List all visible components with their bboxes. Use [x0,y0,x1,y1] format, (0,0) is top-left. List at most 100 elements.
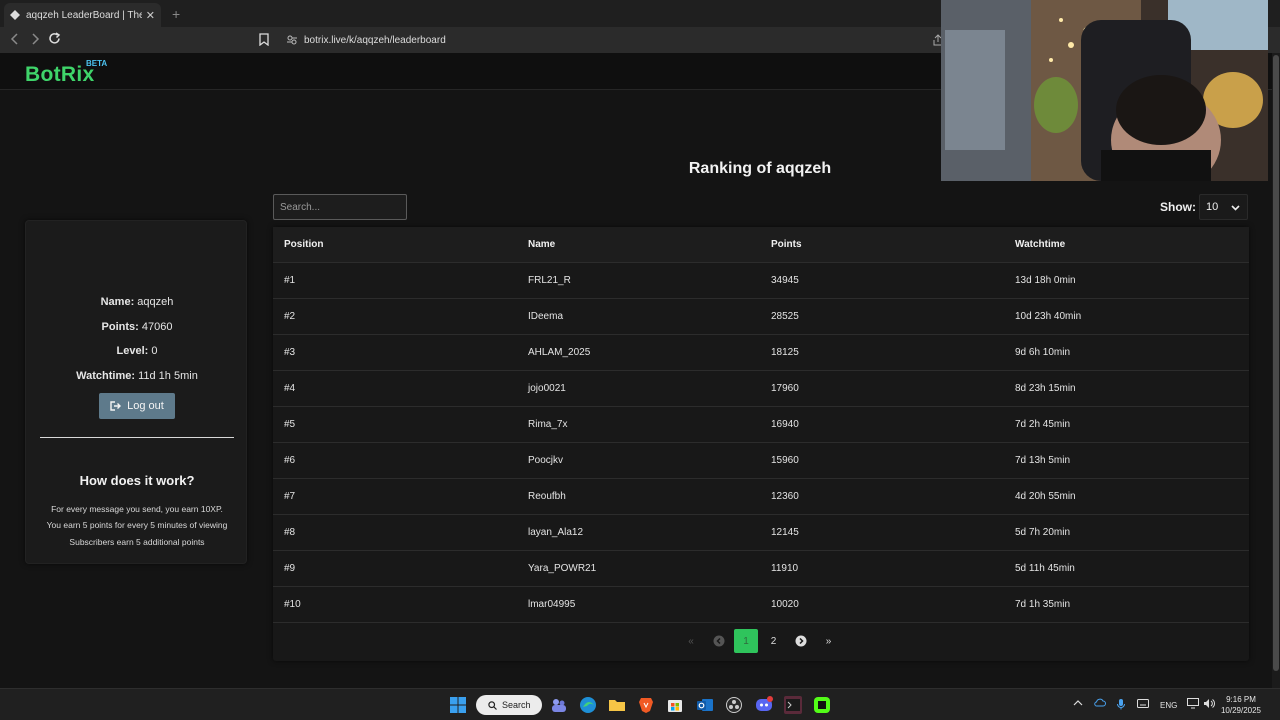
first-page-button[interactable]: « [679,629,703,653]
taskbar: Search ENG 9:16 PM 10/29/2025 [0,688,1280,720]
page-1-button[interactable]: 1 [734,629,758,653]
table-row: #3 AHLAM_2025 18125 9d 6h 10min [273,335,1249,371]
header-name: Name [528,239,556,250]
cell-watchtime: 10d 23h 40min [1015,311,1082,322]
show-count-value: 10 [1206,201,1219,213]
site-favicon-icon [10,10,20,20]
teams-icon[interactable] [550,696,568,714]
cell-points: 16940 [771,419,799,430]
cell-watchtime: 7d 2h 45min [1015,419,1071,430]
table-row: #4 jojo0021 17960 8d 23h 15min [273,371,1249,407]
cell-position: #9 [284,563,296,574]
cell-position: #10 [284,599,301,610]
table-row: #6 Poocjkv 15960 7d 13h 5min [273,443,1249,479]
cell-name: jojo0021 [528,383,566,394]
profile-points-line: Points: 47060 [26,321,248,333]
taskbar-search-label: Search [502,700,531,710]
discord-icon[interactable] [755,696,773,714]
edge-icon[interactable] [579,696,597,714]
windows-start-icon[interactable] [449,696,467,714]
clock-date: 10/29/2025 [1220,706,1262,715]
cell-watchtime: 8d 23h 15min [1015,383,1076,394]
browser-tab[interactable]: aqqzeh LeaderBoard | The best c ✕ [4,3,161,27]
table-row: #1 FRL21_R 34945 13d 18h 0min [273,263,1249,299]
tray-chevron-up-icon[interactable] [1073,699,1083,709]
profile-name-line: Name: aqqzeh [26,296,248,308]
search-input[interactable] [273,194,407,220]
system-clock[interactable]: 9:16 PM 10/29/2025 [1218,694,1264,716]
scrollbar-thumb[interactable] [1273,55,1279,671]
tab-close-icon[interactable]: ✕ [146,9,155,22]
logout-icon [110,401,122,411]
header-points: Points [771,239,802,250]
tab-title: aqqzeh LeaderBoard | The best c [26,9,142,21]
page-scrollbar[interactable] [1272,53,1280,688]
bookmark-icon[interactable] [259,33,269,51]
file-explorer-icon[interactable] [608,696,626,714]
prev-circle-icon [713,635,724,647]
cell-points: 12145 [771,527,799,538]
cell-position: #8 [284,527,296,538]
cell-name: Reoufbh [528,491,566,502]
watchtime-label: Watchtime: [76,370,136,382]
language-indicator[interactable]: ENG [1160,701,1177,710]
next-page-button[interactable] [789,629,813,653]
volume-icon[interactable] [1203,698,1215,711]
brave-icon[interactable] [637,696,655,714]
last-page-button[interactable]: » [817,629,841,653]
cell-name: FRL21_R [528,275,571,286]
cell-position: #7 [284,491,296,502]
level-label: Level: [116,345,149,357]
profile-watchtime-line: Watchtime: 11d 1h 5min [26,370,248,382]
webcam-overlay [941,0,1268,181]
store-icon[interactable] [666,696,684,714]
forward-icon[interactable] [30,32,40,48]
outlook-icon[interactable] [696,696,714,714]
network-icon[interactable] [1187,698,1199,711]
address-bar[interactable]: botrix.live/k/aqqzeh/leaderboard [280,30,960,50]
watchtime-value: 11d 1h 5min [138,370,198,382]
page-2-button[interactable]: 2 [762,629,786,653]
search-icon [488,700,497,710]
cell-name: Rima_7x [528,419,568,430]
show-count-select[interactable]: 10 [1199,194,1248,220]
cell-watchtime: 5d 7h 20min [1015,527,1071,538]
cell-position: #4 [284,383,296,394]
microphone-icon[interactable] [1116,698,1126,712]
cell-watchtime: 9d 6h 10min [1015,347,1071,358]
cell-position: #5 [284,419,296,430]
cloud-sync-icon[interactable] [1094,698,1106,710]
profile-level-line: Level: 0 [26,345,248,357]
table-row: #7 Reoufbh 12360 4d 20h 55min [273,479,1249,515]
chevron-down-icon [1230,202,1241,216]
how-line-3: Subscribers earn 5 additional points [69,537,205,547]
cell-name: layan_Ala12 [528,527,584,538]
logout-label: Log out [127,400,164,412]
logout-button[interactable]: Log out [99,393,175,419]
back-icon[interactable] [10,32,20,48]
new-tab-button[interactable]: + [172,6,180,22]
page-title: Ranking of aqqzeh [688,160,832,177]
cell-points: 12360 [771,491,799,502]
cell-name: Yara_POWR21 [528,563,597,574]
keyboard-icon[interactable] [1137,699,1149,710]
obs-icon[interactable] [725,696,743,714]
cell-name: lmar04995 [528,599,576,610]
table-row: #8 layan_Ala12 12145 5d 7h 20min [273,515,1249,551]
cell-watchtime: 7d 1h 35min [1015,599,1071,610]
taskbar-search[interactable]: Search [476,695,542,715]
header-position: Position [284,239,324,250]
prev-page-button[interactable] [707,629,731,653]
site-info-icon[interactable] [286,34,298,46]
kick-icon[interactable] [813,696,831,714]
cell-watchtime: 5d 11h 45min [1015,563,1075,574]
table-header: Position Name Points Watchtime [273,227,1249,263]
cell-points: 10020 [771,599,799,610]
name-label: Name: [100,296,135,308]
cell-watchtime: 7d 13h 5min [1015,455,1071,466]
terminal-icon[interactable] [784,696,802,714]
botrix-logo[interactable]: BotRix [25,63,94,87]
points-label: Points: [101,321,139,333]
reload-icon[interactable] [48,32,61,48]
cell-position: #6 [284,455,296,466]
